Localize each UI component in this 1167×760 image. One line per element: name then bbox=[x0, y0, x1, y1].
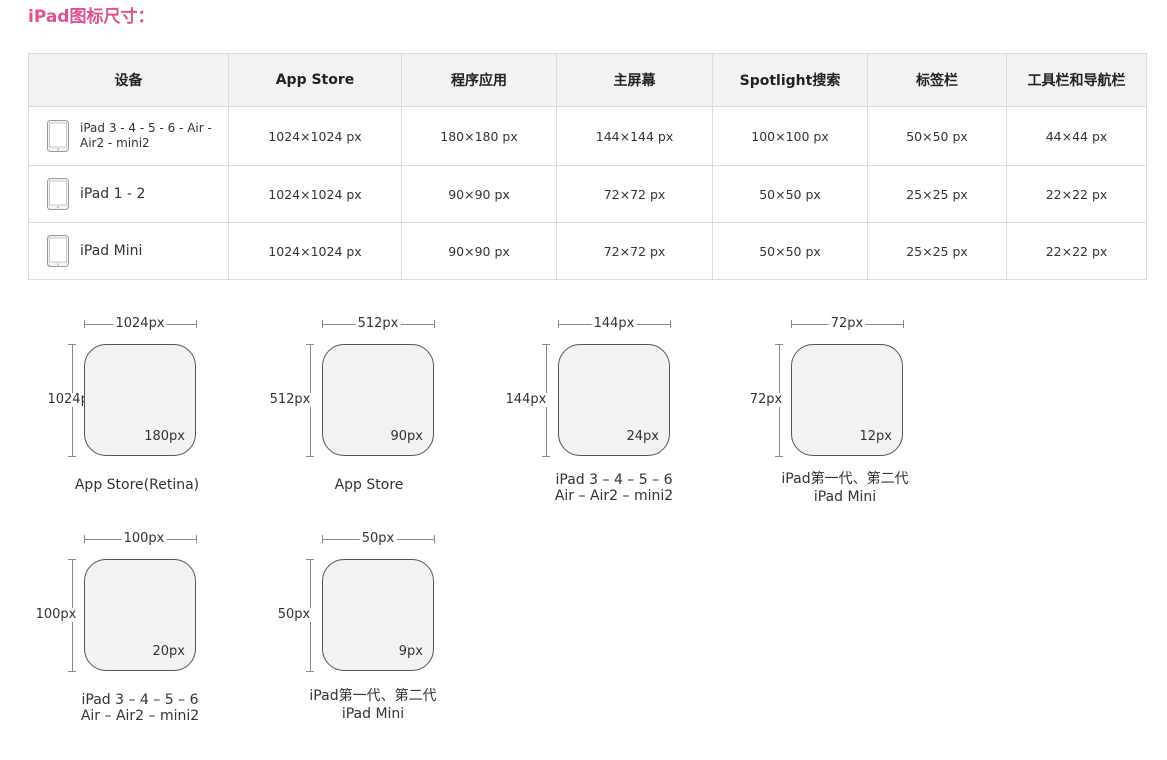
app-icon-shape: 9px bbox=[322, 559, 434, 671]
device-cell: iPad Mini bbox=[28, 222, 229, 280]
header-toolbar: 工具栏和导航栏 bbox=[1006, 53, 1147, 107]
device-cell: iPad 3 - 4 - 5 - 6 - Air - Air2 - mini2 bbox=[28, 106, 229, 166]
table-cell: 90×90 px bbox=[401, 222, 557, 280]
header-app-store: App Store bbox=[228, 53, 402, 107]
table-cell: 50×50 px bbox=[867, 106, 1007, 166]
table-cell: 100×100 px bbox=[712, 106, 868, 166]
height-label: 144px bbox=[503, 392, 549, 407]
height-label: 512px bbox=[267, 392, 313, 407]
table-cell: 44×44 px bbox=[1006, 106, 1147, 166]
icon-caption: iPad 3 – 4 – 5 – 6 Air – Air2 – mini2 bbox=[81, 692, 199, 724]
table-cell: 25×25 px bbox=[867, 222, 1007, 280]
header-tab-bar: 标签栏 bbox=[867, 53, 1007, 107]
table-row: iPad Mini 1024×1024 px 90×90 px 72×72 px… bbox=[28, 222, 1147, 280]
table-cell: 1024×1024 px bbox=[228, 165, 402, 223]
device-name: iPad 1 - 2 bbox=[80, 185, 146, 202]
caption-line1: App Store(Retina) bbox=[74, 477, 200, 493]
height-label: 72px bbox=[747, 392, 785, 407]
header-device: 设备 bbox=[28, 53, 229, 107]
corner-radius-label: 90px bbox=[390, 429, 424, 444]
height-label: 50px bbox=[275, 607, 313, 622]
width-label: 100px bbox=[121, 531, 167, 546]
app-icon-shape: 20px bbox=[84, 559, 196, 671]
caption-line1: App Store bbox=[334, 477, 404, 493]
table-row: iPad 3 - 4 - 5 - 6 - Air - Air2 - mini2 … bbox=[28, 106, 1147, 166]
caption-line2: Air – Air2 – mini2 bbox=[554, 488, 674, 504]
ipad-icon bbox=[47, 120, 69, 152]
app-icon-shape: 90px bbox=[322, 344, 434, 456]
table-cell: 90×90 px bbox=[401, 165, 557, 223]
caption-line1: iPad 3 – 4 – 5 – 6 bbox=[81, 692, 199, 708]
ipad-icon bbox=[47, 235, 69, 267]
device-cell: iPad 1 - 2 bbox=[28, 165, 229, 223]
table-cell: 25×25 px bbox=[867, 165, 1007, 223]
table-cell: 1024×1024 px bbox=[228, 222, 402, 280]
caption-line1: iPad 3 – 4 – 5 – 6 bbox=[555, 472, 673, 488]
width-label: 1024px bbox=[113, 316, 167, 331]
table-cell: 144×144 px bbox=[556, 106, 713, 166]
caption-line1: iPad第一代、第二代 bbox=[309, 688, 437, 704]
table-cell: 72×72 px bbox=[556, 165, 713, 223]
table-cell: 180×180 px bbox=[401, 106, 557, 166]
icon-caption: iPad第一代、第二代 iPad Mini bbox=[309, 688, 436, 722]
header-app: 程序应用 bbox=[401, 53, 557, 107]
icon-caption: App Store bbox=[335, 477, 404, 493]
icon-caption: iPad第一代、第二代 iPad Mini bbox=[781, 471, 908, 505]
caption-line2: iPad Mini bbox=[341, 706, 405, 722]
width-label: 144px bbox=[591, 316, 637, 331]
width-label: 72px bbox=[828, 316, 866, 331]
table-cell: 50×50 px bbox=[712, 222, 868, 280]
corner-radius-label: 9px bbox=[398, 644, 423, 659]
corner-radius-label: 24px bbox=[626, 429, 660, 444]
table-cell: 72×72 px bbox=[556, 222, 713, 280]
caption-line2: iPad Mini bbox=[813, 489, 877, 505]
caption-line1: iPad第一代、第二代 bbox=[781, 471, 909, 487]
header-home-screen: 主屏幕 bbox=[556, 53, 713, 107]
page-title: iPad图标尺寸： bbox=[28, 7, 155, 27]
icon-size-table: 设备 App Store 程序应用 主屏幕 Spotlight搜索 标签栏 工具… bbox=[28, 53, 1147, 280]
table-cell: 22×22 px bbox=[1006, 222, 1147, 280]
app-icon-shape: 180px bbox=[84, 344, 196, 456]
app-icon-shape: 24px bbox=[558, 344, 670, 456]
table-cell: 1024×1024 px bbox=[228, 106, 402, 166]
app-icon-shape: 12px bbox=[791, 344, 903, 456]
corner-radius-label: 12px bbox=[859, 429, 893, 444]
ipad-icon bbox=[47, 178, 69, 210]
device-name: iPad Mini bbox=[80, 242, 143, 259]
caption-line2: Air – Air2 – mini2 bbox=[80, 708, 200, 724]
table-header-row: 设备 App Store 程序应用 主屏幕 Spotlight搜索 标签栏 工具… bbox=[28, 53, 1147, 107]
table-cell: 50×50 px bbox=[712, 165, 868, 223]
width-label: 512px bbox=[355, 316, 401, 331]
width-label: 50px bbox=[359, 531, 397, 546]
table-cell: 22×22 px bbox=[1006, 165, 1147, 223]
table-row: iPad 1 - 2 1024×1024 px 90×90 px 72×72 p… bbox=[28, 165, 1147, 223]
header-spotlight: Spotlight搜索 bbox=[712, 53, 868, 107]
device-name-line1: iPad 3 - 4 - 5 - 6 - Air - bbox=[80, 121, 212, 135]
icon-caption: iPad 3 – 4 – 5 – 6 Air – Air2 – mini2 bbox=[555, 472, 673, 504]
corner-radius-label: 20px bbox=[152, 644, 186, 659]
device-name-line2: Air2 - mini2 bbox=[80, 136, 150, 150]
height-label: 100px bbox=[33, 607, 79, 622]
corner-radius-label: 180px bbox=[144, 429, 185, 444]
icon-caption: App Store(Retina) bbox=[75, 477, 199, 493]
